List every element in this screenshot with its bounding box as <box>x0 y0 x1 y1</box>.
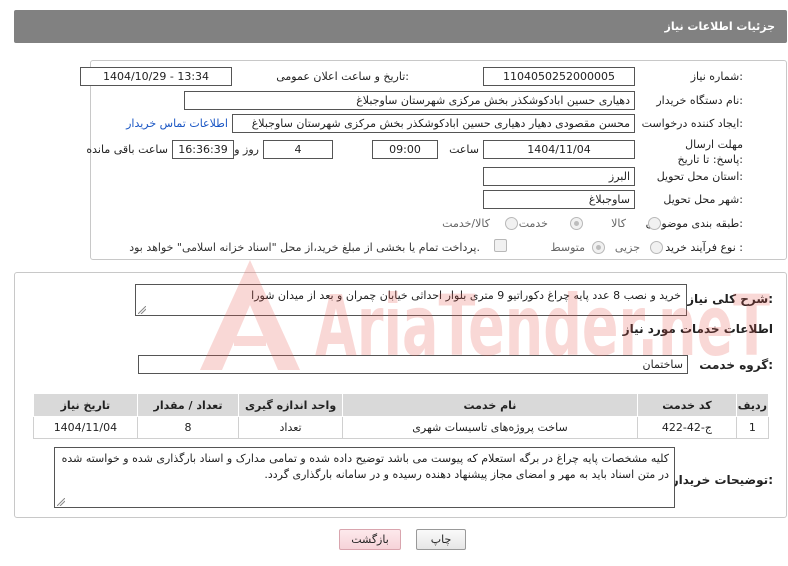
days-label: روز و <box>234 143 259 156</box>
remaining-time-label: ساعت باقی مانده <box>86 143 168 156</box>
cell-need-date: 1404/11/04 <box>33 416 138 439</box>
cell-row-number: 1 <box>735 416 770 439</box>
buyer-notes-text: کلیه مشخصات پایه چراغ در برگه استعلام که… <box>61 452 669 481</box>
treasury-bonds-note: پرداخت تمام یا بخشی از مبلغ خرید،از محل … <box>129 241 480 254</box>
province-label: استان محل تحویل: <box>656 170 743 183</box>
service-group-label: گروه خدمت: <box>699 358 773 372</box>
category-option-service: خدمت <box>518 217 548 230</box>
services-section-title: اطلاعات خدمات مورد نیاز <box>622 322 773 336</box>
remaining-time-field: 16:36:39 <box>172 140 234 159</box>
resize-grip-icon <box>138 306 146 314</box>
summary-label: شرح کلی نیاز: <box>687 292 773 306</box>
purchase-type-label: نوع فرآیند خرید : <box>665 241 743 254</box>
purchase-type-radio-minor[interactable] <box>650 241 663 254</box>
buyer-notes-textarea: کلیه مشخصات پایه چراغ در برگه استعلام که… <box>54 447 675 508</box>
services-table-header: ردیف کد خدمت نام خدمت واحد اندازه گیری ت… <box>33 393 770 417</box>
resize-grip-icon <box>57 498 65 506</box>
back-button[interactable]: بازگشت <box>339 529 401 550</box>
cell-service-name: ساخت پروژه‌های تاسیسات شهری <box>341 416 639 439</box>
buyer-org-label: نام دستگاه خریدار: <box>656 94 743 107</box>
category-option-goods: کالا <box>611 217 626 230</box>
city-field: ساوجبلاغ <box>483 190 635 209</box>
remaining-days-field: 4 <box>263 140 333 159</box>
col-unit: واحد اندازه گیری <box>238 393 343 417</box>
purchase-type-radio-medium[interactable] <box>592 241 605 254</box>
purchase-type-option-medium: متوسط <box>550 241 585 254</box>
buyer-notes-label: توضیحات خریدار: <box>671 473 773 487</box>
page-title: جزئیات اطلاعات نیاز <box>664 20 776 33</box>
requester-label: ایجاد کننده درخواست: <box>641 117 743 130</box>
buyer-org-field: دهیاری حسین ابادکوشکذر بخش مرکزی شهرستان… <box>184 91 635 110</box>
deadline-label: مهلت ارسال پاسخ: تا تاریخ: <box>677 138 743 166</box>
cell-service-code: ج-42-422 <box>637 416 737 439</box>
summary-text: خرید و نصب 8 عدد پایه چراغ دکوراتیو 9 مت… <box>251 289 681 302</box>
col-quantity: تعداد / مقدار <box>136 393 240 417</box>
service-group-field: ساختمان <box>138 355 688 374</box>
treasury-bonds-checkbox[interactable] <box>494 239 507 252</box>
announce-datetime-field: 1404/10/29 - 13:34 <box>80 67 232 86</box>
table-row: 1 ج-42-422 ساخت پروژه‌های تاسیسات شهری ت… <box>33 416 770 439</box>
announce-datetime-label: تاریخ و ساعت اعلان عمومی: <box>276 70 409 83</box>
city-label: شهر محل تحویل: <box>663 193 743 206</box>
category-radio-goods[interactable] <box>648 217 661 230</box>
category-radio-goods-service[interactable] <box>505 217 518 230</box>
category-option-goods-service: کالا/خدمت <box>442 217 490 230</box>
purchase-type-option-minor: جزیی <box>614 241 640 254</box>
col-row-number: ردیف <box>735 393 770 417</box>
need-number-field: 1104050252000005 <box>483 67 635 86</box>
province-field: البرز <box>483 167 635 186</box>
deadline-time-field: 09:00 <box>372 140 438 159</box>
page-header: جزئیات اطلاعات نیاز <box>14 10 787 43</box>
col-need-date: تاریخ نیاز <box>33 393 138 417</box>
col-service-name: نام خدمت <box>341 393 639 417</box>
col-service-code: کد خدمت <box>637 393 737 417</box>
cell-unit: تعداد <box>238 416 343 439</box>
buyer-contact-link[interactable]: اطلاعات تماس خریدار <box>126 117 228 130</box>
deadline-date-field: 1404/11/04 <box>483 140 635 159</box>
services-table: ردیف کد خدمت نام خدمت واحد اندازه گیری ت… <box>33 393 770 439</box>
summary-textarea: خرید و نصب 8 عدد پایه چراغ دکوراتیو 9 مت… <box>135 284 687 316</box>
need-number-label: شماره نیاز: <box>690 70 743 83</box>
cell-quantity: 8 <box>136 416 240 439</box>
print-button[interactable]: چاپ <box>416 529 466 550</box>
category-radio-service[interactable] <box>570 217 583 230</box>
deadline-time-label: ساعت <box>449 143 479 156</box>
requester-field: محسن مقصودی دهیار دهیاری حسین ابادکوشکذر… <box>232 114 635 133</box>
